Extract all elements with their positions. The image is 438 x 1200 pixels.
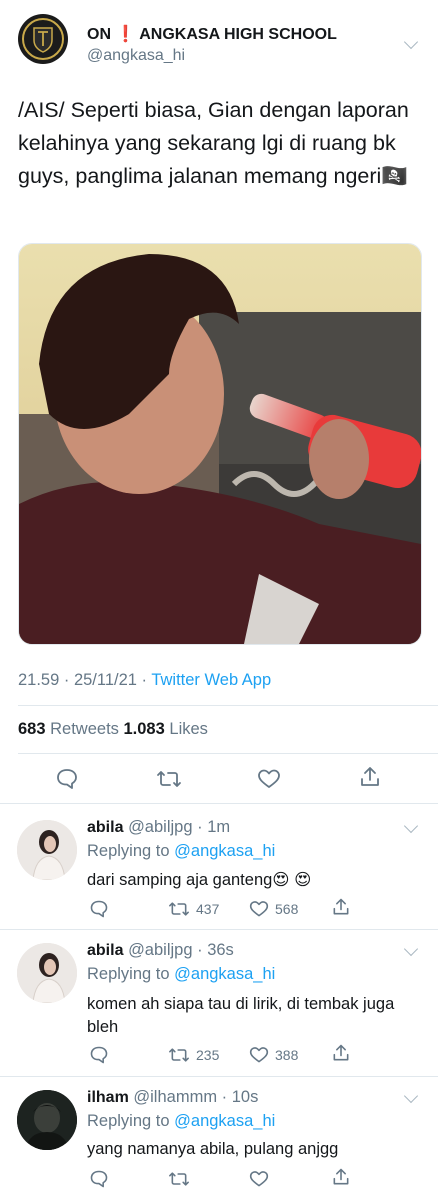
reply-handle[interactable]: @ilhammm [133,1088,217,1106]
tweet-timestamp: 21.59 · 25/11/21 · Twitter Web App [18,671,271,690]
retweet-button[interactable] [168,1169,190,1189]
avatar-image [17,820,77,880]
share-button[interactable] [358,765,382,789]
like-label: Likes [169,720,208,738]
reply-name[interactable]: abila [87,819,123,836]
like-count: 1.083 [123,720,165,738]
tweet-photo[interactable] [18,243,422,645]
reply-handle[interactable]: @abiljpg [128,818,192,836]
reply-header: ilham @ilhammm · 10s [87,1088,258,1107]
avatar-image [17,943,77,1003]
share-icon [333,898,349,915]
heart-icon [249,1047,269,1063]
share-button[interactable] [331,1043,351,1063]
main-display-name[interactable]: ON ❗ ANGKASA HIGH SCHOOL [87,24,337,44]
share-icon [333,1168,349,1185]
divider [0,803,438,804]
reply-icon [90,1170,108,1188]
retweet-count: 437 [196,901,220,917]
tweet-text: /AIS/ Seperti biasa, Gian dengan laporan… [18,98,409,188]
display-name-prefix: ON [87,26,111,43]
reply-avatar[interactable] [17,820,77,880]
photo-image [19,244,421,644]
divider [18,753,438,754]
reply-header: abila @abiljpg · 1m [87,818,230,837]
like-button[interactable]: 388 [249,1045,298,1065]
school-logo-avatar[interactable] [18,14,68,64]
share-button[interactable] [331,897,351,917]
chevron-down-icon[interactable] [403,34,419,50]
reply-text: dari samping aja ganteng😍 😍 [87,871,312,889]
reply-avatar[interactable] [17,943,77,1003]
reply-icon [90,1046,108,1064]
replying-to-prefix: Replying to [87,965,175,983]
retweet-count: 235 [196,1047,220,1063]
retweet-stat[interactable]: 683 Retweets [18,720,119,738]
school-crest-icon [19,15,67,63]
replying-to-link[interactable]: @angkasa_hi [174,1112,275,1130]
replying-to: Replying to @angkasa_hi [87,1112,275,1131]
heart-icon [249,1171,269,1187]
like-button[interactable]: 568 [249,899,298,919]
retweet-button[interactable]: 235 [168,1045,219,1065]
heart-icon [249,901,269,917]
like-count: 388 [275,1047,299,1063]
replying-to: Replying to @angkasa_hi [87,842,275,861]
chevron-down-icon[interactable] [403,818,419,834]
timestamp-text: 21.59 · 25/11/21 · [18,671,152,689]
reply-name[interactable]: ilham [87,1089,129,1106]
divider [0,929,438,930]
divider [0,1076,438,1077]
retweet-count: 683 [18,720,46,738]
retweet-icon [169,1048,189,1062]
replying-to-prefix: Replying to [87,842,175,860]
tweet-stats: 683 Retweets 1.083 Likes [18,720,208,739]
share-icon [361,767,379,786]
reply-handle[interactable]: @abiljpg [128,941,192,959]
retweet-icon [169,902,189,916]
like-button[interactable] [257,767,281,791]
reply-button[interactable] [55,767,79,791]
main-handle[interactable]: @angkasa_hi [87,47,185,65]
chevron-down-icon[interactable] [403,1088,419,1104]
avatar-image [17,1090,77,1150]
share-icon [333,1044,349,1061]
reply-avatar[interactable] [17,1090,77,1150]
reply-time: · 36s [197,941,234,959]
replying-to-link[interactable]: @angkasa_hi [174,842,275,860]
retweet-button[interactable] [156,767,182,791]
heart-icon [258,769,280,788]
retweet-icon [169,1172,189,1186]
reply-time: · 10s [221,1088,259,1106]
retweet-icon [157,771,181,787]
exclamation-icon: ❗ [115,26,136,43]
reply-header: abila @abiljpg · 36s [87,941,234,960]
reply-name[interactable]: abila [87,942,123,959]
chevron-down-icon[interactable] [403,941,419,957]
replying-to: Replying to @angkasa_hi [87,965,275,984]
reply-button[interactable] [89,1045,109,1065]
reply-icon [57,769,77,789]
like-count: 568 [275,901,299,917]
reply-text: komen ah siapa tau di lirik, di tembak j… [87,995,395,1036]
like-button[interactable] [249,1169,269,1189]
replying-to-prefix: Replying to [87,1112,175,1130]
replying-to-link[interactable]: @angkasa_hi [174,965,275,983]
reply-text: yang namanya abila, pulang anjgg [87,1140,339,1158]
retweet-label: Retweets [50,720,119,738]
like-stat[interactable]: 1.083 Likes [124,720,208,738]
client-link[interactable]: Twitter Web App [151,671,271,689]
reply-button[interactable] [89,899,109,919]
reply-button[interactable] [89,1169,109,1189]
share-button[interactable] [331,1167,351,1187]
retweet-button[interactable]: 437 [168,899,219,919]
divider [18,705,438,706]
display-name-rest: ANGKASA HIGH SCHOOL [139,26,337,43]
reply-icon [90,900,108,918]
reply-time: · 1m [197,818,231,836]
